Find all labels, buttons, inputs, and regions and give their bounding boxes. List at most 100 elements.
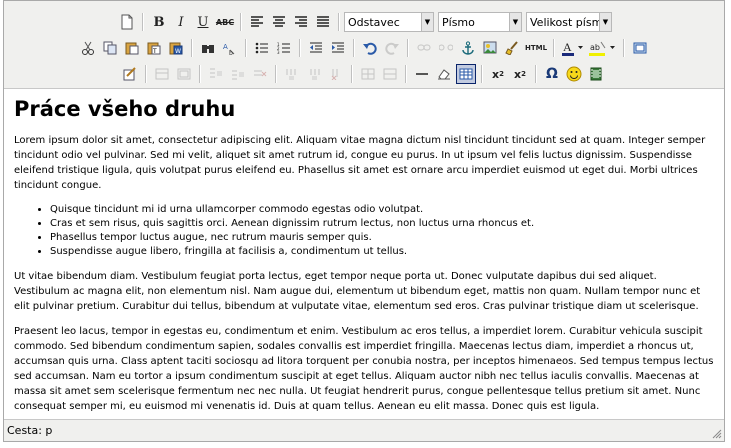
paste-text-icon[interactable]: T [144, 38, 164, 58]
bullet-list-icon[interactable] [252, 38, 272, 58]
editor-content-area[interactable]: Práce všeho druhu Lorem ipsum dolor sit … [4, 89, 724, 419]
paragraph: Ut vitae bibendum diam. Vestibulum feugi… [14, 271, 701, 312]
font-select[interactable]: Písmo ▼ [438, 12, 522, 32]
format-select-value: Odstavec [348, 15, 400, 29]
toolbar-row-3: x2 x2 Ω [119, 61, 607, 87]
underline-button[interactable]: U [193, 12, 213, 32]
bold-button[interactable]: B [149, 12, 169, 32]
list-item: Cras et sem risus, quis sagittis orci. A… [50, 217, 714, 231]
find-icon[interactable] [198, 38, 218, 58]
toolbar-separator [142, 13, 144, 31]
svg-text:ab: ab [590, 43, 600, 52]
background-color-button[interactable]: ab [588, 38, 618, 58]
insert-column-after-icon[interactable] [304, 64, 324, 84]
html-source-button[interactable]: HTML [524, 38, 548, 58]
editor-toolbar: B I U ABC Odstavec ▼ Písmo ▼ Velikost pí… [4, 1, 724, 89]
toolbar-separator [351, 65, 353, 83]
insert-table-icon[interactable] [456, 64, 476, 84]
font-size-select-value: Velikost písma [530, 15, 610, 29]
undo-icon[interactable] [360, 38, 380, 58]
svg-text:3: 3 [277, 50, 280, 54]
text-color-button[interactable]: A [560, 38, 586, 58]
toolbar-separator [299, 39, 301, 57]
table-cell-props-icon[interactable] [174, 64, 194, 84]
toolbar-separator [191, 39, 193, 57]
toolbar-separator [199, 65, 201, 83]
html-source-label: HTML [524, 44, 548, 52]
insert-row-before-icon[interactable] [206, 64, 226, 84]
paragraph: Lorem ipsum dolor sit amet, consectetur … [14, 135, 706, 191]
italic-button[interactable]: I [171, 12, 191, 32]
copy-icon[interactable] [100, 38, 120, 58]
paste-icon[interactable] [122, 38, 142, 58]
toolbar-separator [405, 65, 407, 83]
delete-row-icon[interactable] [250, 64, 270, 84]
fullscreen-icon[interactable] [630, 38, 650, 58]
svg-text:T: T [152, 48, 157, 55]
toolbar-separator [353, 39, 355, 57]
cleanup-icon[interactable] [502, 38, 522, 58]
toolbar-separator [275, 65, 277, 83]
format-select[interactable]: Odstavec ▼ [344, 12, 434, 32]
superscript-button[interactable]: x2 [510, 64, 530, 84]
chevron-down-icon: ▼ [599, 13, 611, 31]
indent-icon[interactable] [328, 38, 348, 58]
list-item: Quisque tincidunt mi id urna ullamcorper… [50, 203, 714, 217]
image-icon[interactable] [480, 38, 500, 58]
toolbar-row-2: T W Ab 123 HTML A ab [77, 35, 651, 61]
horizontal-rule-icon[interactable] [412, 64, 432, 84]
delete-column-icon[interactable] [326, 64, 346, 84]
split-cells-icon[interactable] [358, 64, 378, 84]
align-justify-icon[interactable] [313, 12, 333, 32]
emoticon-icon[interactable] [564, 64, 584, 84]
toolbar-separator [535, 65, 537, 83]
redo-icon[interactable] [382, 38, 402, 58]
cut-icon[interactable] [78, 38, 98, 58]
media-icon[interactable] [586, 64, 606, 84]
toolbar-separator [338, 13, 340, 31]
svg-text:A: A [563, 40, 572, 54]
rich-text-editor: B I U ABC Odstavec ▼ Písmo ▼ Velikost pí… [3, 0, 725, 442]
toolbar-separator [623, 39, 625, 57]
bullet-list: Quisque tincidunt mi id urna ullamcorper… [14, 203, 714, 259]
list-item: Suspendisse augue libero, fringilla at f… [50, 245, 714, 259]
toolbar-separator [553, 39, 555, 57]
outdent-icon[interactable] [306, 38, 326, 58]
align-center-icon[interactable] [269, 12, 289, 32]
toolbar-separator [145, 65, 147, 83]
document-heading: Práce všeho druhu [14, 97, 236, 121]
resize-grip-icon[interactable] [712, 429, 722, 439]
svg-text:A: A [223, 43, 228, 51]
replace-icon[interactable]: Ab [220, 38, 240, 58]
special-character-button[interactable]: Ω [542, 64, 562, 84]
status-bar: Cesta: p [4, 419, 724, 441]
toolbar-row-1: B I U ABC Odstavec ▼ Písmo ▼ Velikost pí… [116, 9, 616, 35]
remove-format-icon[interactable] [434, 64, 454, 84]
anchor-icon[interactable] [458, 38, 478, 58]
chevron-down-icon: ▼ [421, 13, 433, 31]
font-size-select[interactable]: Velikost písma ▼ [526, 12, 612, 32]
toolbar-separator [407, 39, 409, 57]
merge-cells-icon[interactable] [380, 64, 400, 84]
chevron-down-icon: ▼ [509, 13, 521, 31]
svg-text:b: b [229, 50, 233, 55]
paragraph: Praesent leo lacus, tempor in egestas eu… [14, 326, 714, 412]
omega-icon: Ω [546, 66, 558, 82]
numbered-list-icon[interactable]: 123 [274, 38, 294, 58]
paste-word-icon[interactable]: W [166, 38, 186, 58]
align-right-icon[interactable] [291, 12, 311, 32]
font-select-value: Písmo [442, 15, 475, 29]
unlink-icon[interactable] [436, 38, 456, 58]
subscript-button[interactable]: x2 [488, 64, 508, 84]
new-document-icon[interactable] [117, 12, 137, 32]
svg-text:W: W [175, 48, 181, 55]
toolbar-separator [240, 13, 242, 31]
link-icon[interactable] [414, 38, 434, 58]
insert-row-after-icon[interactable] [228, 64, 248, 84]
insert-column-before-icon[interactable] [282, 64, 302, 84]
align-left-icon[interactable] [247, 12, 267, 32]
table-row-props-icon[interactable] [152, 64, 172, 84]
element-path: Cesta: p [7, 424, 53, 437]
edit-css-style-icon[interactable] [120, 64, 140, 84]
strikethrough-button[interactable]: ABC [215, 12, 235, 32]
